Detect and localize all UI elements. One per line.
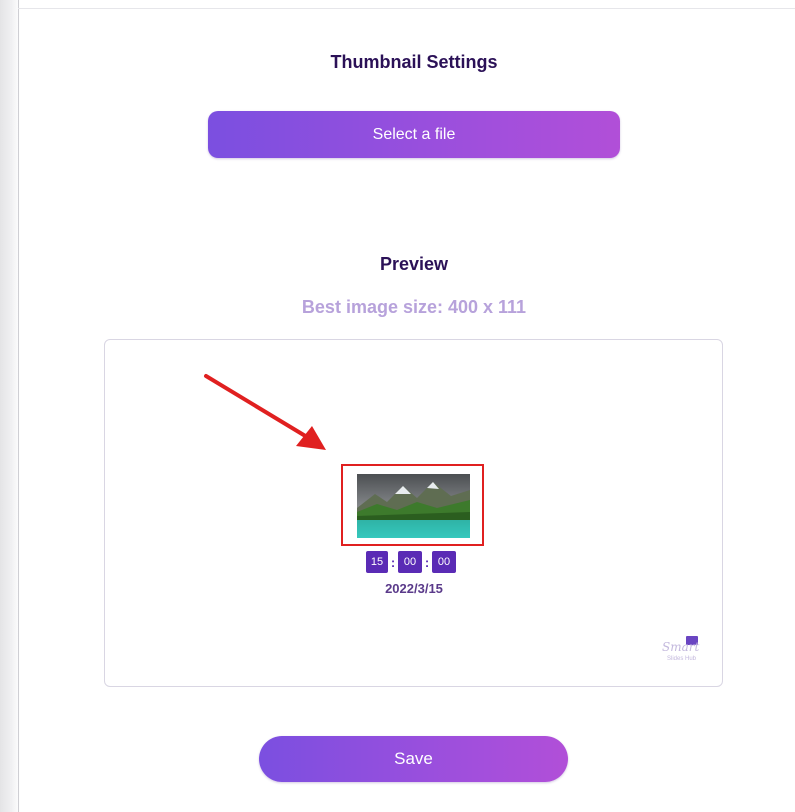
red-arrow-icon (204, 374, 326, 450)
time-separator: : (390, 554, 396, 570)
save-button[interactable]: Save (259, 736, 568, 782)
window-border (18, 0, 19, 812)
time-display: 15 : 00 : 00 (366, 550, 456, 574)
window-edge (0, 0, 20, 812)
logo-subtext: Slides Hub (667, 656, 697, 662)
app-logo: Smart Slides Hub (662, 636, 706, 666)
time-hours[interactable]: 15 (366, 551, 388, 573)
page-title: Thumbnail Settings (330, 52, 498, 72)
time-seconds[interactable]: 00 (432, 551, 456, 573)
select-file-button[interactable]: Select a file (208, 111, 620, 158)
time-separator: : (424, 554, 430, 570)
preview-heading: Preview (379, 254, 449, 274)
preview-date: 2022/3/15 (385, 581, 443, 596)
time-minutes[interactable]: 00 (398, 551, 422, 573)
image-size-hint: Best image size: 400 x 111 (301, 297, 527, 317)
logo-text: Smart (662, 640, 700, 654)
window-top-border (18, 8, 795, 9)
mountain-lake-image-icon (357, 474, 470, 538)
thumbnail-highlight (341, 464, 484, 546)
